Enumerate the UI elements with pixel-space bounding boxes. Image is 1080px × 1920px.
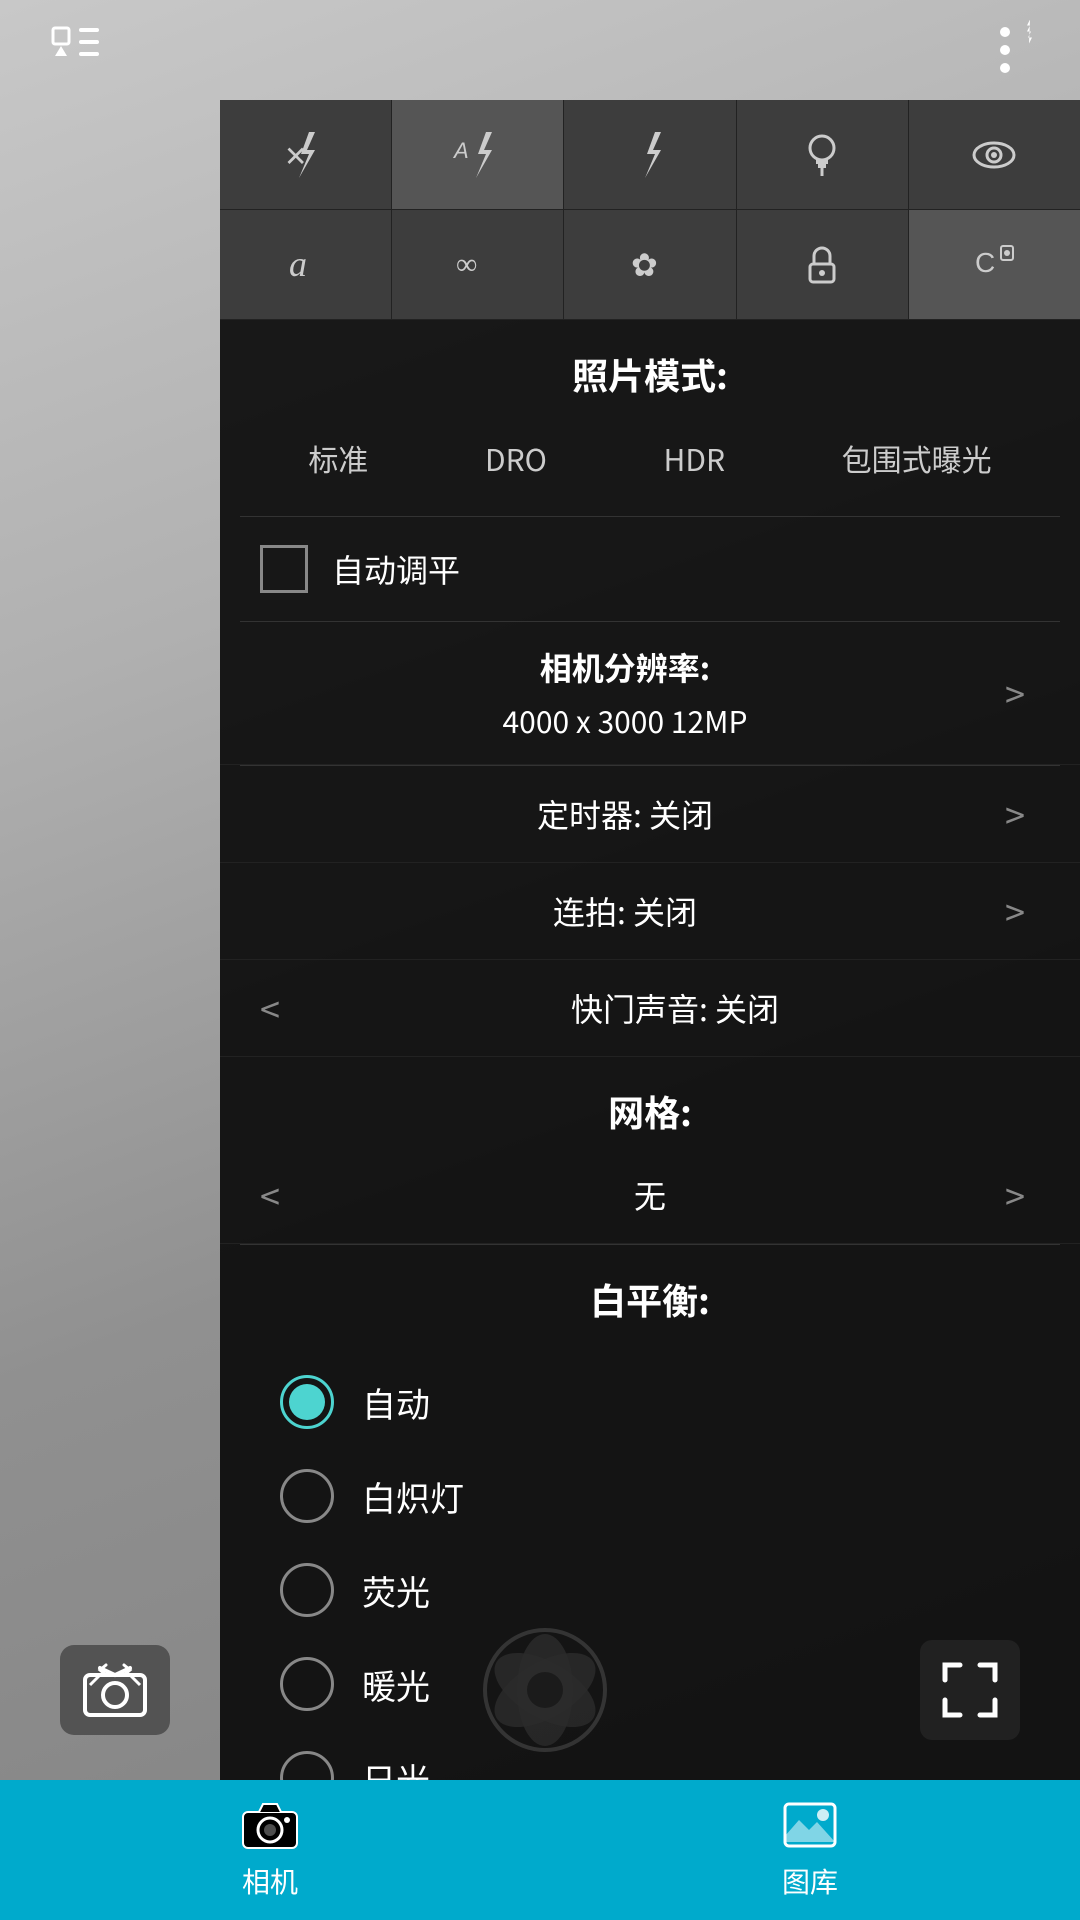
camera-resolution-value: 4000 x 3000 12MP bbox=[260, 690, 990, 742]
nav-gallery-label: 图库 bbox=[782, 1861, 838, 1901]
flip-camera-button[interactable] bbox=[60, 1645, 170, 1735]
flash-auto-button[interactable]: A bbox=[392, 100, 564, 210]
svg-text:✿: ✿ bbox=[631, 247, 658, 283]
auto-level-row[interactable]: 自动调平 bbox=[220, 517, 1080, 621]
expand-button[interactable] bbox=[920, 1640, 1020, 1740]
burst-label: 连拍: 关闭 bbox=[260, 888, 990, 934]
focus-infinity-button[interactable]: ∞ bbox=[392, 210, 564, 320]
auto-level-checkbox[interactable] bbox=[260, 545, 308, 593]
grid-value: 无 bbox=[310, 1172, 990, 1218]
burst-arrow[interactable]: > bbox=[990, 885, 1040, 937]
flash-row: ✕ A bbox=[220, 100, 1080, 210]
shutter-row[interactable]: < 快门声音: 关闭 bbox=[220, 960, 1080, 1057]
focus-row: a ∞ ✿ C bbox=[220, 210, 1080, 320]
grid-left-arrow[interactable]: < bbox=[260, 1169, 310, 1221]
flash-off-button[interactable]: ✕ bbox=[220, 100, 392, 210]
photo-mode-dro[interactable]: DRO bbox=[469, 428, 563, 488]
focus-a-button[interactable]: a bbox=[220, 210, 392, 320]
wb-incandescent-radio[interactable] bbox=[280, 1469, 334, 1523]
nav-camera[interactable]: 相机 bbox=[0, 1800, 540, 1901]
sparkle-icon[interactable] bbox=[40, 15, 110, 85]
focus-macro-button[interactable]: ✿ bbox=[564, 210, 736, 320]
photo-mode-title: 照片模式: bbox=[220, 320, 1080, 410]
wb-incandescent-label: 白炽灯 bbox=[362, 1472, 464, 1521]
grid-right-arrow[interactable]: > bbox=[990, 1169, 1040, 1221]
svg-text:a: a bbox=[289, 244, 307, 284]
timer-label: 定时器: 关闭 bbox=[260, 791, 990, 837]
gallery-nav-icon bbox=[781, 1800, 839, 1855]
wb-incandescent[interactable]: 白炽灯 bbox=[280, 1449, 1020, 1543]
wb-auto[interactable]: 自动 bbox=[280, 1355, 1020, 1449]
shutter-label: 快门声音: 关闭 bbox=[310, 985, 1040, 1031]
grid-row[interactable]: < 无 > bbox=[220, 1147, 1080, 1244]
photo-mode-bracketing[interactable]: 包围式曝光 bbox=[826, 428, 1008, 488]
nav-gallery[interactable]: 图库 bbox=[540, 1800, 1080, 1901]
shutter-icon bbox=[480, 1625, 610, 1755]
timer-arrow[interactable]: > bbox=[990, 788, 1040, 840]
timer-row[interactable]: 定时器: 关闭 > bbox=[220, 766, 1080, 863]
grid-title: 网格: bbox=[220, 1057, 1080, 1147]
flash-eye-button[interactable] bbox=[909, 100, 1080, 210]
burst-row[interactable]: 连拍: 关闭 > bbox=[220, 863, 1080, 960]
photo-mode-row: 标准 DRO HDR 包围式曝光 bbox=[220, 410, 1080, 516]
wb-auto-radio[interactable] bbox=[280, 1375, 334, 1429]
focus-lock-button[interactable] bbox=[737, 210, 909, 320]
photo-mode-hdr[interactable]: HDR bbox=[648, 428, 742, 488]
more-options-icon[interactable] bbox=[970, 15, 1040, 85]
flash-fill-button[interactable] bbox=[737, 100, 909, 210]
svg-text:A: A bbox=[452, 138, 469, 163]
wb-auto-label: 自动 bbox=[362, 1378, 430, 1427]
camera-nav-icon bbox=[241, 1800, 299, 1855]
white-balance-title: 白平衡: bbox=[220, 1245, 1080, 1345]
camera-resolution-arrow[interactable]: > bbox=[990, 667, 1040, 719]
flash-on-button[interactable] bbox=[564, 100, 736, 210]
camera-resolution-row: 相机分辨率: 4000 x 3000 12MP > bbox=[220, 622, 1080, 765]
shutter-left-arrow[interactable]: < bbox=[260, 982, 310, 1034]
top-bar bbox=[0, 0, 1080, 100]
svg-text:∞: ∞ bbox=[456, 248, 477, 281]
photo-mode-standard[interactable]: 标准 bbox=[292, 428, 384, 488]
camera-resolution-title: 相机分辨率: bbox=[260, 644, 990, 690]
focus-c-button[interactable]: C bbox=[909, 210, 1080, 320]
bottom-nav: 相机 图库 bbox=[0, 1780, 1080, 1920]
bottom-camera-area bbox=[0, 1600, 1080, 1780]
svg-text:C: C bbox=[975, 247, 995, 278]
nav-camera-label: 相机 bbox=[242, 1861, 298, 1901]
auto-level-label: 自动调平 bbox=[332, 546, 460, 592]
settings-panel: ✕ A bbox=[220, 100, 1080, 1780]
shutter-area bbox=[480, 1625, 610, 1755]
